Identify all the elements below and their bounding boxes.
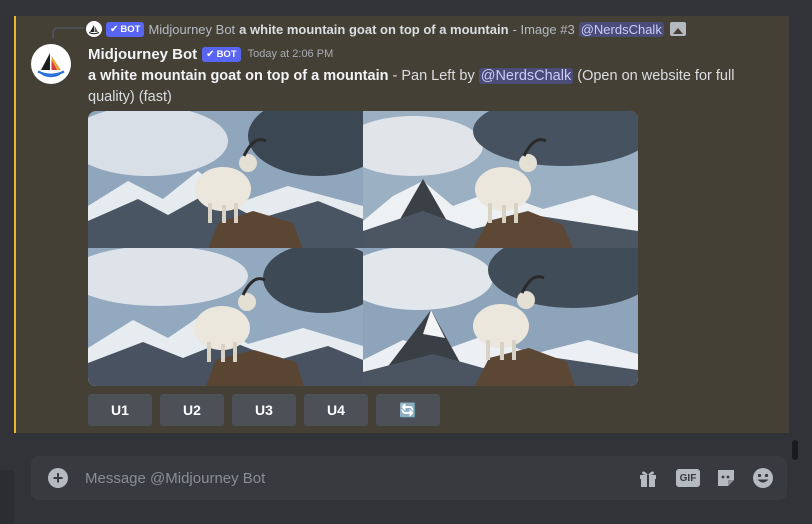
message-input[interactable] [85, 466, 605, 490]
message-action-text: - Pan Left by [388, 68, 479, 84]
reply-avatar [86, 21, 102, 37]
top-strip [0, 0, 812, 16]
message-prompt: a white mountain goat on top of a mounta… [88, 68, 389, 84]
avatar[interactable] [31, 44, 71, 84]
scrollbar-thumb[interactable] [792, 440, 798, 460]
message-timestamp: Today at 2:06 PM [247, 48, 334, 60]
image-icon [669, 22, 686, 36]
image-tile-2[interactable] [363, 111, 638, 248]
reply-bot-tag: ✔ BOT [106, 21, 145, 37]
emoji-icon[interactable] [752, 467, 774, 489]
image-tile-3[interactable] [88, 248, 363, 386]
message-composer: + GIF [31, 456, 787, 500]
gif-icon[interactable]: GIF [676, 469, 700, 487]
gift-icon[interactable] [637, 467, 659, 489]
message-mention[interactable]: @NerdsChalk [478, 68, 574, 84]
refresh-icon: 🔄 [399, 401, 417, 418]
bot-tag: ✔ BOT [202, 46, 241, 62]
reply-author[interactable]: Midjourney Bot [148, 22, 235, 37]
reply-prompt: a white mountain goat on top of a mounta… [239, 21, 509, 37]
upscale-u1-button[interactable]: U1 [88, 394, 152, 426]
bot-message: ✔ BOT Midjourney Bot a white mountain goa… [14, 16, 789, 433]
message-author[interactable]: Midjourney Bot [88, 46, 197, 63]
image-tile-1[interactable] [88, 111, 363, 248]
reply-reference[interactable]: ✔ BOT Midjourney Bot a white mountain goa… [86, 19, 686, 39]
add-icon[interactable]: + [48, 468, 68, 488]
message-header: Midjourney Bot ✔ BOT Today at 2:06 PM [88, 44, 333, 64]
reroll-button[interactable]: 🔄 [376, 394, 440, 426]
left-panel-edge [0, 470, 14, 524]
midjourney-logo-icon [37, 53, 65, 78]
reply-connector [52, 27, 84, 39]
action-buttons: U1 U2 U3 U4 🔄 [88, 394, 440, 426]
upscale-u3-button[interactable]: U3 [232, 394, 296, 426]
image-grid[interactable] [88, 111, 638, 386]
reply-suffix: - Image #3 [512, 21, 575, 37]
message-content: a white mountain goat on top of a mounta… [88, 66, 748, 108]
sticker-icon[interactable] [715, 467, 737, 489]
upscale-u4-button[interactable]: U4 [304, 394, 368, 426]
reply-mention[interactable]: @NerdsChalk [578, 21, 664, 37]
image-tile-4[interactable] [363, 248, 638, 386]
upscale-u2-button[interactable]: U2 [160, 394, 224, 426]
